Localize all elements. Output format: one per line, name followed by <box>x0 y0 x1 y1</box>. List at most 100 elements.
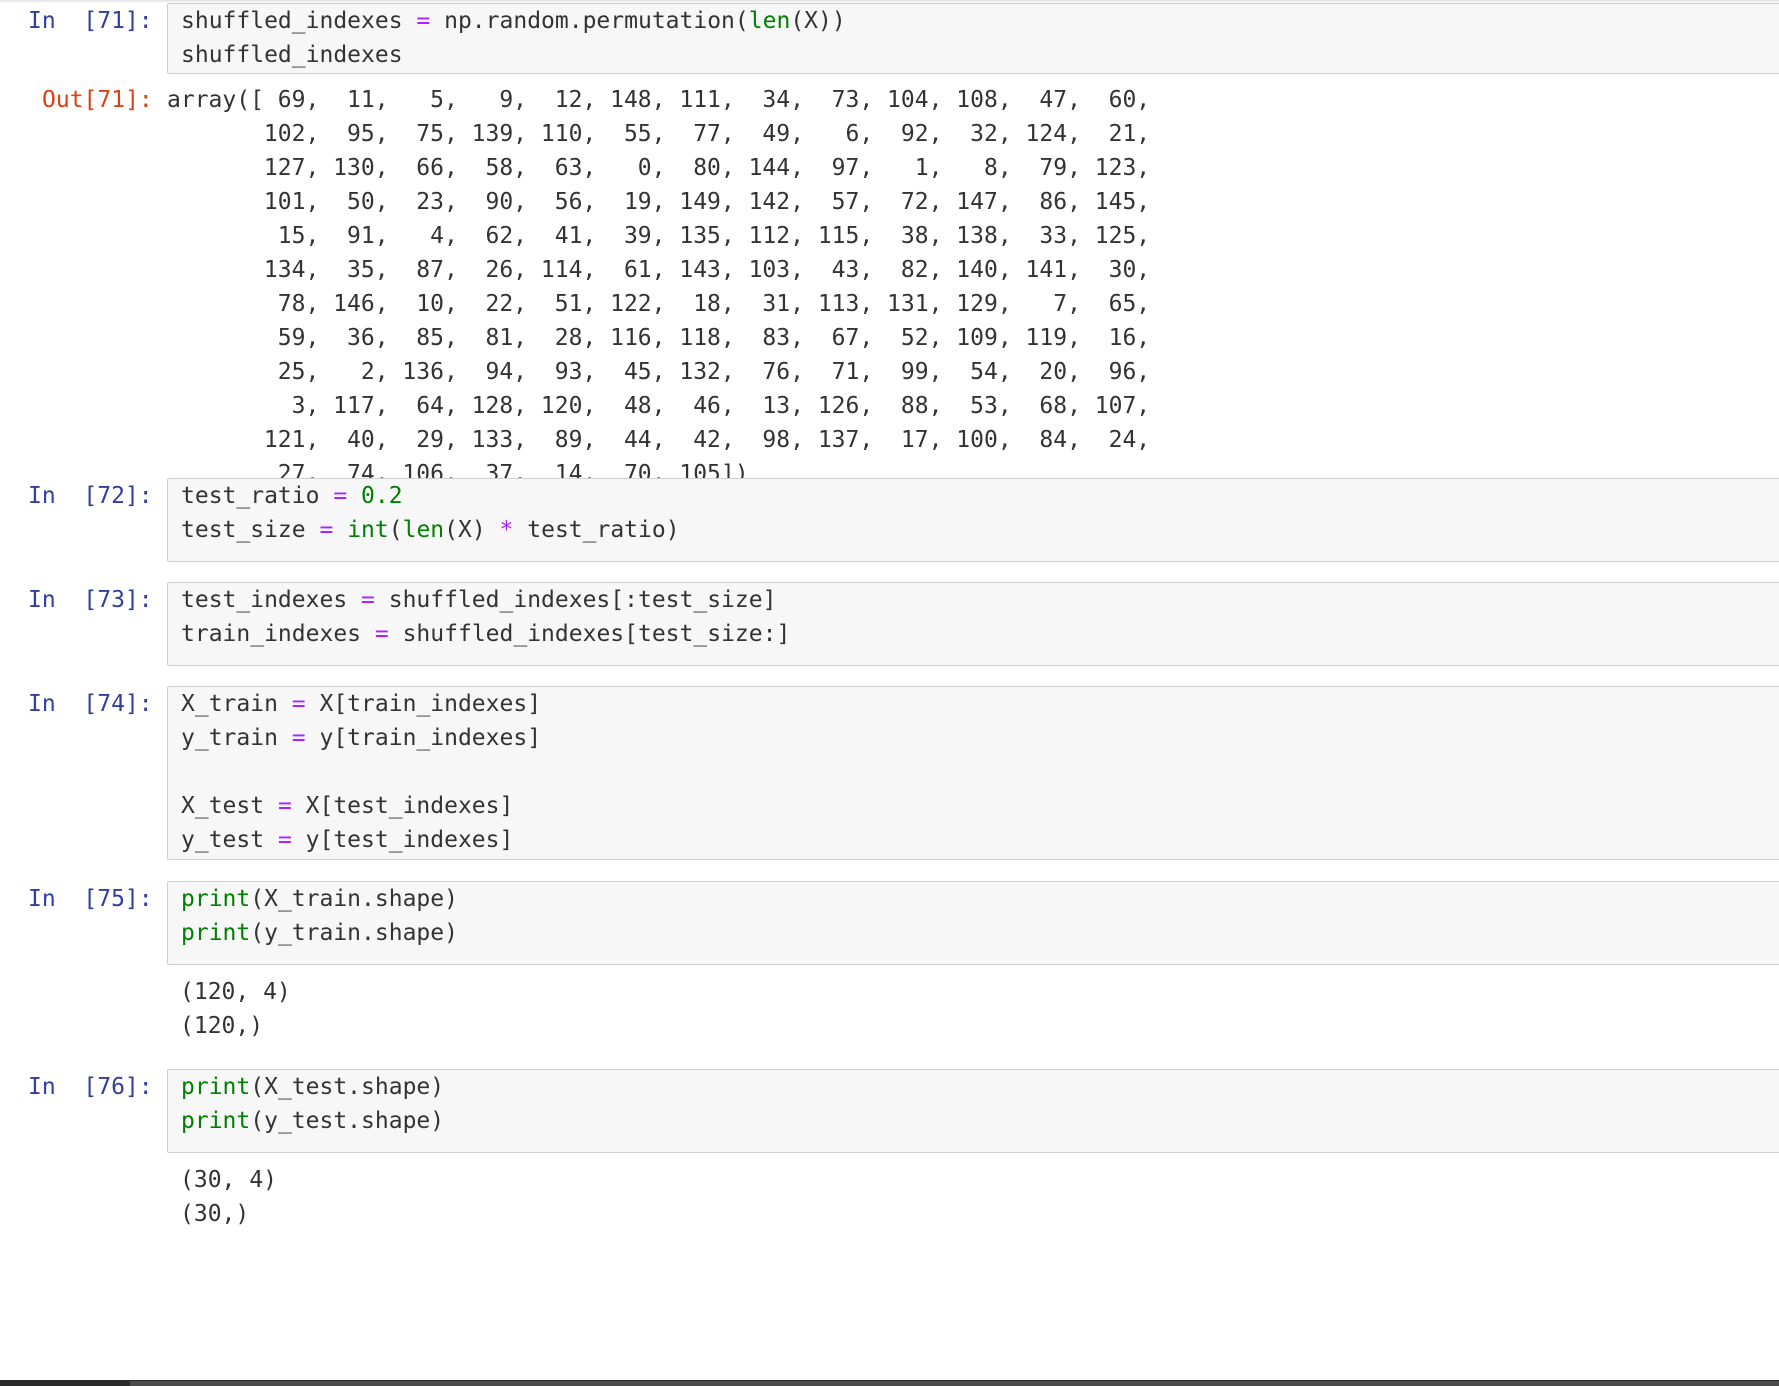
code-token: = <box>361 587 375 613</box>
in-prompt: In [74]: <box>28 691 153 717</box>
code-line: test_indexes = shuffled_indexes[:test_si… <box>181 583 1779 617</box>
in-prompt: In [75]: <box>28 886 153 912</box>
code-token: = <box>277 793 292 819</box>
output-line: (120,) <box>180 1013 264 1039</box>
cell-output: (120, 4) (120,) <box>167 975 1779 1043</box>
code-token: = <box>333 483 348 509</box>
code-line: shuffled_indexes = np.random.permutation… <box>181 4 1779 38</box>
output-text: (30, 4) (30,) <box>167 1163 1779 1231</box>
code-token: = <box>319 517 334 543</box>
output-line: 127, 130, 66, 58, 63, 0, 80, 144, 97, 1,… <box>167 155 1151 181</box>
notebook: In [71]: shuffled_indexes = np.random.per… <box>0 0 1779 1386</box>
code-line: print(X_train.shape) <box>181 882 1779 916</box>
code-token: (X)) <box>790 8 846 34</box>
code-token: print <box>181 920 251 946</box>
code-editor[interactable]: test_indexes = shuffled_indexes[:test_si… <box>167 582 1779 666</box>
output-line: 15, 91, 4, 62, 41, 39, 135, 112, 115, 38… <box>167 223 1151 249</box>
code-token: X[test_indexes] <box>291 793 514 819</box>
output-line: (120, 4) <box>180 979 291 1005</box>
horizontal-scrollbar[interactable] <box>0 1380 1779 1386</box>
code-token: y_test <box>181 827 278 853</box>
code-token: (X) <box>444 517 500 543</box>
output-line: 25, 2, 136, 94, 93, 45, 132, 76, 71, 99,… <box>167 359 1151 385</box>
output-line: (30,) <box>180 1201 250 1227</box>
output-line: 102, 95, 75, 139, 110, 55, 77, 49, 6, 92… <box>167 121 1151 147</box>
in-prompt: In [71]: <box>28 8 153 34</box>
code-token: (X_train.shape) <box>250 886 458 912</box>
code-text[interactable]: test_ratio = 0.2 test_size = int(len(X) *… <box>168 479 1779 547</box>
code-text[interactable]: print(X_train.shape) print(y_train.shape) <box>168 882 1779 950</box>
code-token: = <box>291 691 306 717</box>
output-line: 3, 117, 64, 128, 120, 48, 46, 13, 126, 8… <box>167 393 1151 419</box>
code-token: (X_test.shape) <box>250 1074 445 1100</box>
code-line: X_test = X[test_indexes] <box>181 789 1779 823</box>
code-token: shuffled_indexes <box>181 8 417 34</box>
code-line: print(y_test.shape) <box>181 1104 1779 1138</box>
code-token: ( <box>388 517 403 543</box>
code-token: = <box>291 725 306 751</box>
code-line: print(y_train.shape) <box>181 916 1779 950</box>
code-line: train_indexes = shuffled_indexes[test_si… <box>181 617 1779 651</box>
code-token: len <box>402 517 445 543</box>
out-prompt: Out[71]: <box>42 87 153 113</box>
code-token: X_test <box>181 793 278 819</box>
code-token: = <box>416 8 431 34</box>
scrollbar-thumb[interactable] <box>130 1381 1779 1386</box>
in-prompt: In [73]: <box>28 587 153 613</box>
code-token: test_indexes <box>181 587 362 613</box>
code-line: y_train = y[train_indexes] <box>181 721 1779 755</box>
code-line: print(X_test.shape) <box>181 1070 1779 1104</box>
code-text[interactable]: X_train = X[train_indexes] y_train = y[tr… <box>168 687 1779 857</box>
output-line: (30, 4) <box>180 1167 277 1193</box>
code-token: int <box>347 517 389 543</box>
output-line: 59, 36, 85, 81, 28, 116, 118, 83, 67, 52… <box>167 325 1151 351</box>
output-text: array([ 69, 11, 5, 9, 12, 148, 111, 34, … <box>167 83 1779 491</box>
code-token: X[train_indexes] <box>305 691 542 717</box>
code-editor[interactable]: test_ratio = 0.2 test_size = int(len(X) *… <box>167 478 1779 562</box>
code-token: shuffled_indexes[test_size:] <box>388 621 791 647</box>
code-token: = <box>374 621 389 647</box>
code-line: y_test = y[test_indexes] <box>181 823 1779 857</box>
code-token: = <box>277 827 292 853</box>
in-prompt: In [72]: <box>28 483 153 509</box>
cell-output: (30, 4) (30,) <box>167 1163 1779 1231</box>
code-line: test_size = int(len(X) * test_ratio) <box>181 513 1779 547</box>
output-line: 101, 50, 23, 90, 56, 19, 149, 142, 57, 7… <box>167 189 1151 215</box>
output-text: (120, 4) (120,) <box>167 975 1779 1043</box>
code-token: 0.2 <box>361 483 403 509</box>
code-token: test_size <box>181 517 320 543</box>
code-editor[interactable]: shuffled_indexes = np.random.permutation… <box>167 3 1779 74</box>
code-token: shuffled_indexes[:test_size] <box>374 587 777 613</box>
output-line: array([ 69, 11, 5, 9, 12, 148, 111, 34, … <box>167 87 1151 113</box>
cell-output: array([ 69, 11, 5, 9, 12, 148, 111, 34, … <box>167 83 1779 491</box>
code-token: shuffled_indexes <box>181 42 403 68</box>
code-token: y_train <box>181 725 292 751</box>
code-text[interactable]: test_indexes = shuffled_indexes[:test_si… <box>168 583 1779 651</box>
code-token: y[test_indexes] <box>291 827 514 853</box>
code-token: test_ratio <box>181 483 334 509</box>
code-text[interactable]: print(X_test.shape) print(y_test.shape) <box>168 1070 1779 1138</box>
output-line: 121, 40, 29, 133, 89, 44, 42, 98, 137, 1… <box>167 427 1151 453</box>
output-line: 134, 35, 87, 26, 114, 61, 143, 103, 43, … <box>167 257 1151 283</box>
code-token: print <box>181 1074 251 1100</box>
code-token: train_indexes <box>181 621 375 647</box>
code-token: np.random.permutation( <box>430 8 749 34</box>
code-token: len <box>748 8 791 34</box>
code-editor[interactable]: print(X_test.shape) print(y_test.shape) <box>167 1069 1779 1153</box>
code-token: (y_train.shape) <box>250 920 458 946</box>
code-line: test_ratio = 0.2 <box>181 479 1779 513</box>
code-token: test_ratio) <box>513 517 680 543</box>
code-token: print <box>181 886 251 912</box>
code-line: shuffled_indexes <box>181 38 1779 72</box>
code-token: * <box>499 517 514 543</box>
code-token: y[train_indexes] <box>305 725 542 751</box>
in-prompt: In [76]: <box>28 1074 153 1100</box>
code-editor[interactable]: X_train = X[train_indexes] y_train = y[tr… <box>167 686 1779 860</box>
code-token: X_train <box>181 691 292 717</box>
code-editor[interactable]: print(X_train.shape) print(y_train.shape) <box>167 881 1779 965</box>
code-text[interactable]: shuffled_indexes = np.random.permutation… <box>168 4 1779 72</box>
code-token: print <box>181 1108 251 1134</box>
